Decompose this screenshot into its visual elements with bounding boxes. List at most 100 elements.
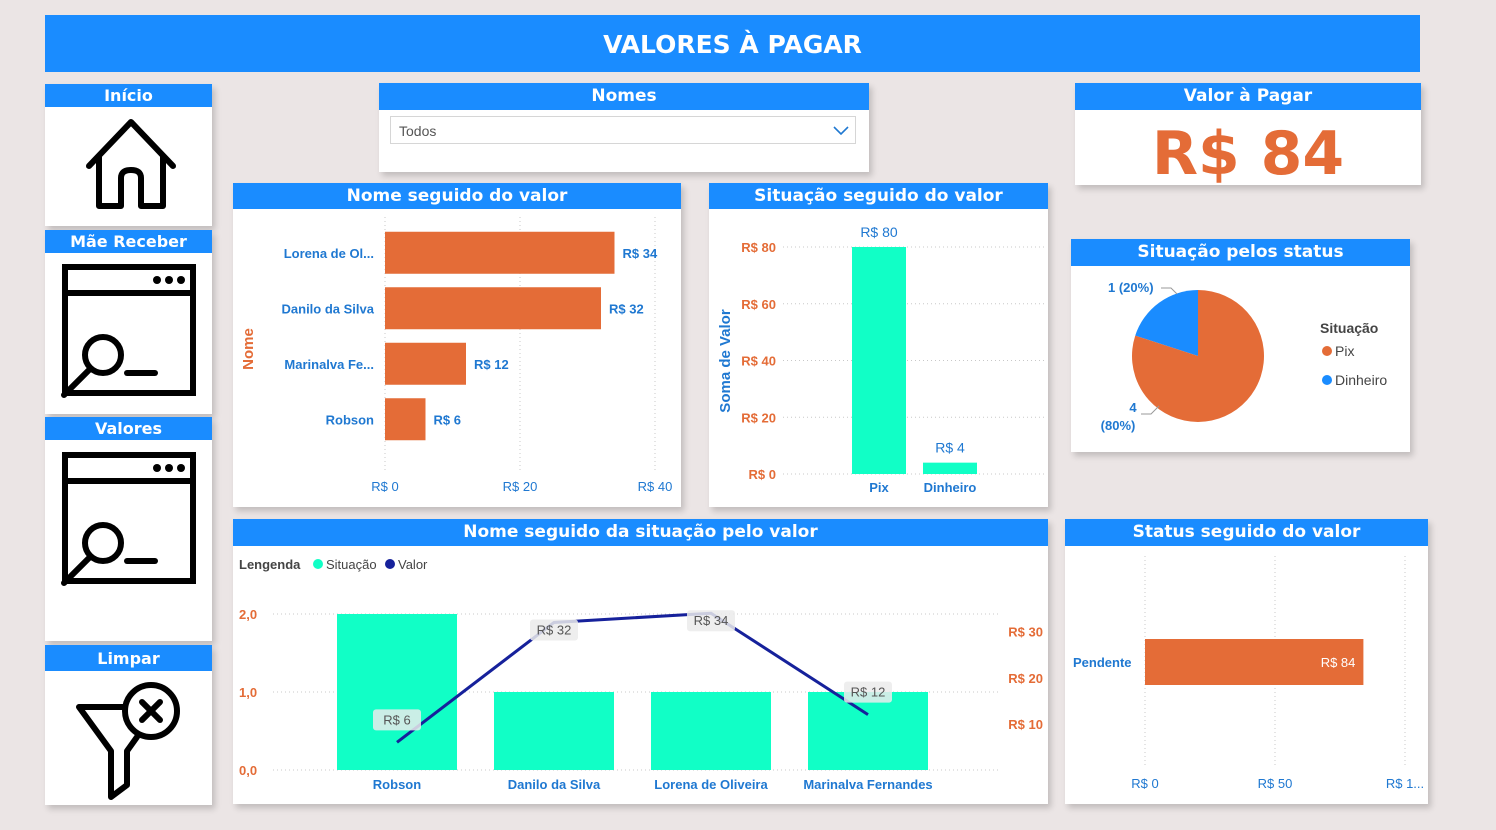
y-left-tick-label: 1,0	[239, 685, 257, 700]
valor-pagar-value: R$ 84	[1151, 119, 1345, 189]
line-series[interactable]	[396, 611, 869, 744]
chevron-down-icon[interactable]	[833, 124, 849, 136]
category-label: Lorena de Ol...	[284, 246, 374, 261]
bar[interactable]	[385, 287, 601, 330]
situacao-valor-title: Situação seguido do valor	[709, 183, 1048, 209]
legend-title: Lengenda	[239, 557, 301, 572]
nomes-slicer-title: Nomes	[379, 83, 869, 110]
nomes-dropdown-value: Todos	[399, 123, 437, 139]
home-icon[interactable]	[83, 116, 179, 212]
status-valor-chart: R$ 0 R$ 50 R$ 1... R$ 84 Pendente	[1073, 556, 1424, 791]
legend-label: Pix	[1335, 343, 1354, 359]
nav-mae-receber[interactable]: Mãe Receber	[45, 230, 212, 414]
category-label: Marinalva Fe...	[284, 357, 374, 372]
x-tick-label: R$ 20	[503, 479, 538, 494]
y-tick-label: R$ 40	[741, 354, 776, 369]
legend-marker	[1322, 375, 1332, 385]
y-left-tick-label: 2,0	[239, 607, 257, 622]
nav-valores[interactable]: Valores	[45, 417, 212, 641]
bar[interactable]	[808, 692, 928, 770]
y-axis-label: Nome	[240, 328, 257, 370]
nomes-dropdown[interactable]: Todos	[390, 116, 856, 144]
situacao-status-chart: 1 (20%) 4 (80%) Situação Pix Dinheiro	[1101, 280, 1388, 433]
category-label: Pix	[869, 480, 889, 495]
y-tick-label: R$ 0	[749, 467, 776, 482]
y-left-tick-label: 0,0	[239, 763, 257, 778]
data-label: R$ 80	[860, 224, 898, 240]
situacao-status-card: Situação pelos status 1 (20%) 4 (80%) Situa…	[1071, 239, 1410, 452]
legend-marker	[313, 559, 323, 569]
situacao-valor-chart: R$ 0 R$ 20 R$ 40 R$ 60 R$ 80 Soma de Valor R$ …	[717, 224, 1044, 495]
x-tick-label: R$ 0	[371, 479, 398, 494]
nav-valores-label: Valores	[45, 417, 212, 440]
nomes-slicer: Nomes Todos	[379, 83, 869, 172]
data-label: R$ 12	[474, 357, 509, 372]
nav-inicio-label: Início	[45, 84, 212, 107]
category-label: Dinheiro	[924, 480, 977, 495]
data-label: R$ 4	[935, 440, 965, 456]
data-label: R$ 34	[694, 613, 729, 628]
nav-limpar[interactable]: Limpar	[45, 645, 212, 805]
nome-valor-card: Nome seguido do valor R$ 0 R$ 20 R$ 40 Nome…	[233, 183, 681, 507]
bar[interactable]	[385, 231, 615, 274]
bar[interactable]	[385, 398, 426, 441]
data-label: R$ 32	[537, 622, 572, 637]
category-label: Pendente	[1073, 655, 1132, 670]
category-label: Lorena de Oliveira	[654, 777, 768, 792]
category-label: Danilo da Silva	[282, 301, 375, 316]
window-search-icon[interactable]	[59, 263, 199, 403]
status-valor-card: Status seguido do valor R$ 0 R$ 50 R$ 1...…	[1065, 519, 1428, 804]
legend-marker	[1322, 346, 1332, 356]
y-axis-label: Soma de Valor	[717, 309, 734, 413]
data-label: R$ 6	[383, 712, 410, 727]
nav-limpar-label: Limpar	[45, 645, 212, 671]
nav-mae-receber-label: Mãe Receber	[45, 230, 212, 253]
legend-label: Dinheiro	[1335, 372, 1387, 388]
y-tick-label: R$ 80	[741, 240, 776, 255]
page-title: VALORES À PAGAR	[603, 30, 862, 59]
nav-inicio[interactable]: Início	[45, 84, 212, 226]
category-label: Danilo da Silva	[508, 777, 601, 792]
category-label: Robson	[326, 412, 374, 427]
legend-label: Situação	[326, 557, 377, 572]
bar[interactable]	[494, 692, 614, 770]
situacao-status-title: Situação pelos status	[1071, 239, 1410, 266]
data-label: R$ 34	[623, 246, 658, 261]
bar[interactable]	[852, 247, 906, 474]
nome-situacao-valor-card: Nome seguido da situação pelo valor Leng…	[233, 519, 1048, 804]
data-label: R$ 6	[434, 412, 461, 427]
legend-label: Valor	[398, 557, 428, 572]
y-right-tick-label: R$ 20	[1008, 671, 1043, 686]
leader-line	[1141, 405, 1160, 415]
filter-clear-icon[interactable]	[75, 681, 185, 803]
x-tick-label: R$ 1...	[1386, 776, 1424, 791]
leader-line	[1161, 287, 1178, 295]
nome-valor-chart: R$ 0 R$ 20 R$ 40 Nome Lorena de Ol... R$ 34 Da…	[240, 217, 673, 494]
category-label: Marinalva Fernandes	[803, 777, 932, 792]
legend-marker	[385, 559, 395, 569]
y-tick-label: R$ 20	[741, 410, 776, 425]
status-valor-title: Status seguido do valor	[1065, 519, 1428, 546]
nome-situacao-valor-title: Nome seguido da situação pelo valor	[233, 519, 1048, 546]
y-right-tick-label: R$ 10	[1008, 717, 1043, 732]
bar[interactable]	[385, 342, 466, 385]
data-label: R$ 84	[1321, 655, 1356, 670]
x-tick-label: R$ 0	[1131, 776, 1158, 791]
nome-valor-title: Nome seguido do valor	[233, 183, 681, 209]
legend-title: Situação	[1320, 320, 1378, 336]
slice-label: 4	[1129, 400, 1137, 415]
nome-situacao-valor-chart: Lengenda Situação Valor 0,0 1,0 2,0 R$ 10 R$ 20…	[239, 557, 1043, 792]
valor-pagar-card: Valor à Pagar R$ 84	[1075, 83, 1421, 189]
title-banner: VALORES À PAGAR	[45, 15, 1420, 72]
category-label: Robson	[373, 777, 421, 792]
slice-label: 1 (20%)	[1108, 280, 1154, 295]
x-tick-label: R$ 40	[638, 479, 673, 494]
window-search-icon[interactable]	[59, 451, 199, 591]
data-label: R$ 32	[609, 301, 644, 316]
y-right-tick-label: R$ 30	[1008, 625, 1043, 640]
bar[interactable]	[337, 614, 457, 770]
bar[interactable]	[923, 462, 977, 474]
data-label: R$ 12	[851, 685, 886, 700]
y-tick-label: R$ 60	[741, 297, 776, 312]
bar[interactable]	[651, 692, 771, 770]
